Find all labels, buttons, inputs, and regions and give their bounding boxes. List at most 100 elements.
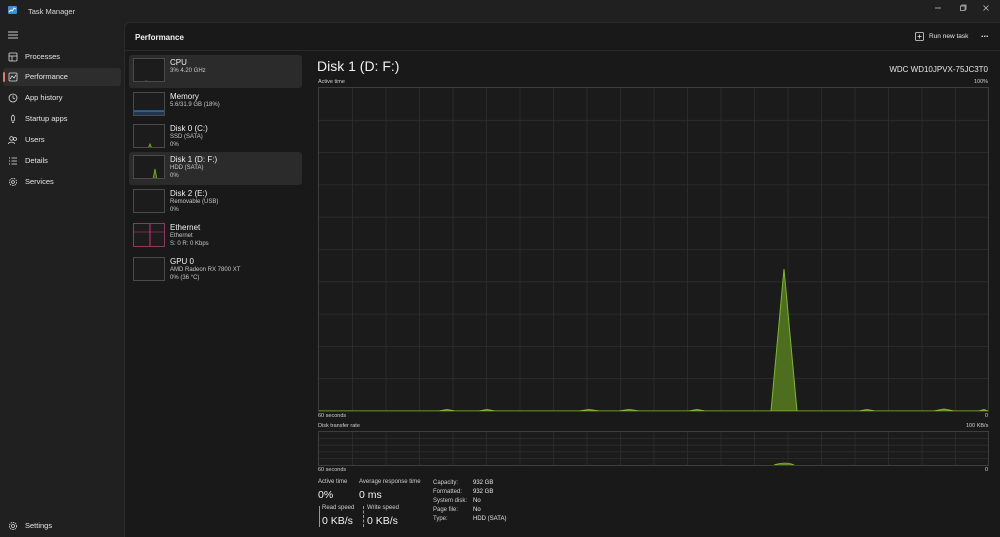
capacity-value: 932 GB: [473, 480, 494, 486]
active-time-stat-value: 0%: [318, 489, 334, 501]
nav-item-services[interactable]: Services: [3, 173, 121, 191]
nav-item-label: Startup apps: [25, 114, 68, 123]
nav-item-users[interactable]: Users: [3, 131, 121, 149]
minimize-icon: [935, 7, 941, 9]
main-content: Performance Run new task ... CPU 3% 4.20…: [124, 22, 1000, 537]
system-disk-label: System disk:: [433, 498, 468, 504]
system-disk-value: No: [473, 498, 481, 504]
app-title: Task Manager: [28, 7, 76, 16]
device-detail: 3% 4.20 GHz: [170, 68, 206, 74]
disk-title: Disk 1 (D: F:): [317, 58, 400, 74]
title-bar: Task Manager: [0, 0, 1000, 22]
read-speed-value: 0 KB/s: [322, 515, 353, 527]
formatted-value: 932 GB: [473, 489, 494, 495]
nav-item-label: Users: [25, 135, 45, 144]
disk0-thumbnail-graph: [133, 124, 165, 148]
nav-item-processes[interactable]: Processes: [3, 48, 121, 66]
header-divider: [125, 50, 1000, 51]
type-label: Type:: [433, 516, 448, 522]
close-icon: [983, 5, 989, 11]
nav-item-app-history[interactable]: App history: [3, 89, 121, 107]
device-name: Memory: [170, 92, 199, 101]
device-name: CPU: [170, 58, 187, 67]
gear-icon: [8, 521, 18, 531]
formatted-label: Formatted:: [433, 489, 463, 495]
type-value: HDD (SATA): [473, 516, 507, 522]
transfer-rate-min-label: 0: [985, 467, 989, 473]
run-new-task-label: Run new task: [929, 33, 969, 40]
device-detail: Removable (USB): [170, 199, 219, 205]
nav-item-performance[interactable]: Performance: [3, 68, 121, 86]
device-name: Disk 2 (E:): [170, 189, 208, 198]
device-usage: 0%: [170, 207, 179, 213]
restore-icon: [960, 4, 967, 11]
page-title: Performance: [135, 33, 184, 42]
hamburger-menu-icon[interactable]: [8, 31, 18, 39]
services-icon: [9, 178, 17, 186]
write-speed-value: 0 KB/s: [367, 515, 398, 527]
run-task-icon: [915, 32, 924, 41]
nav-item-startup-apps[interactable]: Startup apps: [3, 110, 121, 128]
cpu-thumbnail-graph: [133, 58, 165, 82]
write-speed-indicator: [363, 506, 364, 527]
device-detail: 5.6/31.9 GB (18%): [170, 102, 220, 108]
nav-item-label: App history: [25, 93, 63, 102]
details-icon: [9, 157, 17, 165]
more-options-button[interactable]: ...: [981, 29, 989, 39]
nav-item-label: Processes: [25, 52, 61, 61]
transfer-rate-series: [773, 462, 796, 466]
device-disk-1[interactable]: Disk 1 (D: F:) HDD (SATA) 0%: [129, 152, 302, 185]
transfer-rate-max-label: 100 KB/s: [966, 423, 989, 429]
device-ethernet[interactable]: Ethernet Ethernet S: 0 R: 0 Kbps: [129, 220, 302, 253]
navigation-pane: Processes Performance App history Startu…: [0, 22, 124, 537]
nav-item-label: Settings: [25, 521, 53, 530]
gpu-thumbnail-graph: [133, 257, 165, 281]
processes-icon: [8, 52, 18, 62]
device-detail: HDD (SATA): [170, 165, 204, 171]
disk1-thumbnail-graph: [133, 155, 165, 179]
device-name: GPU 0: [170, 257, 195, 266]
transfer-rate-duration-label: 60 seconds: [318, 467, 347, 473]
app-history-icon: [8, 93, 18, 103]
avg-response-stat-label: Average response time: [359, 479, 421, 485]
performance-icon: [8, 72, 18, 82]
write-speed-label: Write speed: [367, 505, 399, 511]
device-detail: SSD (SATA): [170, 134, 203, 140]
transfer-rate-graph-label: Disk transfer rate: [318, 423, 360, 429]
device-name: Disk 1 (D: F:): [170, 155, 218, 164]
page-file-value: No: [473, 507, 481, 513]
device-usage: S: 0 R: 0 Kbps: [170, 241, 209, 247]
device-gpu-0[interactable]: GPU 0 AMD Radeon RX 7800 XT 0% (36 °C): [129, 254, 302, 287]
device-disk-0[interactable]: Disk 0 (C:) SSD (SATA) 0%: [129, 121, 302, 154]
close-button[interactable]: [978, 3, 994, 17]
read-speed-label: Read speed: [322, 505, 355, 511]
active-time-stat-label: Active time: [318, 479, 348, 485]
minimize-button[interactable]: [930, 3, 946, 17]
ethernet-thumbnail-graph: [133, 223, 165, 247]
active-time-max-label: 100%: [974, 79, 989, 85]
maximize-button[interactable]: [955, 3, 971, 17]
disk-model: WDC WD10JPVX-75JC3T0: [889, 65, 988, 74]
task-manager-icon: [8, 6, 17, 14]
read-speed-indicator: [319, 506, 320, 527]
nav-item-settings[interactable]: Settings: [3, 517, 121, 535]
device-detail: AMD Radeon RX 7800 XT: [170, 267, 241, 273]
device-name: Ethernet: [170, 223, 201, 232]
active-time-duration-label: 60 seconds: [318, 413, 347, 419]
device-detail: Ethernet: [170, 233, 193, 239]
nav-item-details[interactable]: Details: [3, 152, 121, 170]
device-usage: 0% (36 °C): [170, 275, 200, 281]
device-name: Disk 0 (C:): [170, 124, 208, 133]
active-time-min-label: 0: [985, 413, 989, 419]
nav-item-label: Details: [25, 156, 48, 165]
device-memory[interactable]: Memory 5.6/31.9 GB (18%): [129, 89, 302, 122]
transfer-rate-graph: [318, 431, 989, 466]
device-disk-2[interactable]: Disk 2 (E:) Removable (USB) 0%: [129, 186, 302, 219]
page-file-label: Page file:: [433, 507, 459, 513]
memory-thumbnail-graph: [133, 92, 165, 116]
nav-item-label: Performance: [25, 72, 68, 81]
device-cpu[interactable]: CPU 3% 4.20 GHz: [129, 55, 302, 88]
capacity-label: Capacity:: [433, 480, 459, 486]
device-usage: 0%: [170, 142, 179, 148]
active-time-graph: [318, 87, 989, 412]
